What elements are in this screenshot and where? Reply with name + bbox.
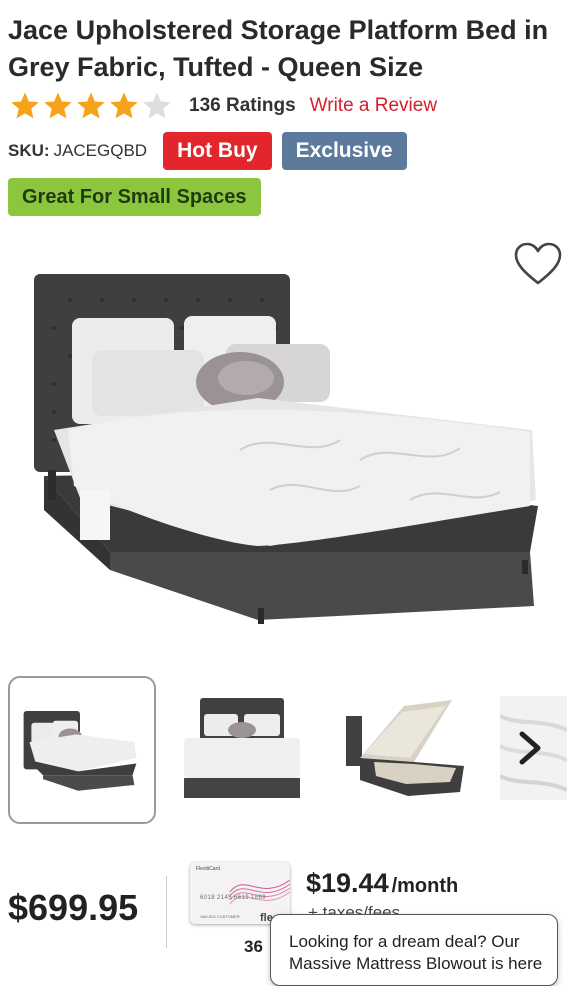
rating-row: 136 Ratings Write a Review bbox=[8, 88, 437, 124]
product-image[interactable] bbox=[30, 260, 545, 640]
sku-value: JACEGQBD bbox=[53, 141, 148, 160]
card-number: 6018 2145 6619 1869 bbox=[200, 895, 266, 901]
rating-stars[interactable] bbox=[8, 90, 173, 122]
card-holder: VALUED CUSTOMER bbox=[200, 914, 240, 919]
star-filled-icon bbox=[110, 92, 138, 119]
ratings-count[interactable]: 136 Ratings bbox=[189, 95, 296, 117]
promo-popup-message: Looking for a dream deal? Our Massive Ma… bbox=[289, 932, 543, 973]
monthly-payment: $19.44/month bbox=[306, 868, 458, 899]
promo-popup[interactable]: Looking for a dream deal? Our Massive Ma… bbox=[270, 914, 558, 986]
small-spaces-badge: Great For Small Spaces bbox=[8, 178, 261, 216]
star-filled-icon bbox=[77, 92, 105, 119]
star-empty-icon bbox=[143, 92, 171, 119]
exclusive-badge: Exclusive bbox=[281, 132, 407, 170]
thumbnail-bed-front[interactable] bbox=[182, 692, 302, 804]
hot-buy-badge: Hot Buy bbox=[163, 132, 272, 170]
chevron-right-icon[interactable] bbox=[508, 726, 552, 770]
thumbnail-bed-front-angle[interactable] bbox=[8, 676, 156, 824]
write-review-link[interactable]: Write a Review bbox=[310, 95, 437, 117]
financing-months: 36 bbox=[244, 937, 263, 956]
star-filled-icon bbox=[11, 92, 39, 119]
sku-label: SKU: bbox=[8, 141, 50, 160]
thumbnail-bed-storage-open[interactable] bbox=[344, 696, 468, 804]
price-divider bbox=[166, 876, 167, 948]
product-title: Jace Upholstered Storage Platform Bed in… bbox=[8, 15, 549, 82]
monthly-amount: $19.44 bbox=[306, 868, 389, 898]
monthly-unit: /month bbox=[391, 875, 459, 897]
thumbnail-strip bbox=[0, 676, 567, 826]
product-price: $699.95 bbox=[8, 887, 139, 928]
star-filled-icon bbox=[44, 92, 72, 119]
sku-row: SKU: JACEGQBD Hot Buy Exclusive bbox=[8, 131, 407, 171]
